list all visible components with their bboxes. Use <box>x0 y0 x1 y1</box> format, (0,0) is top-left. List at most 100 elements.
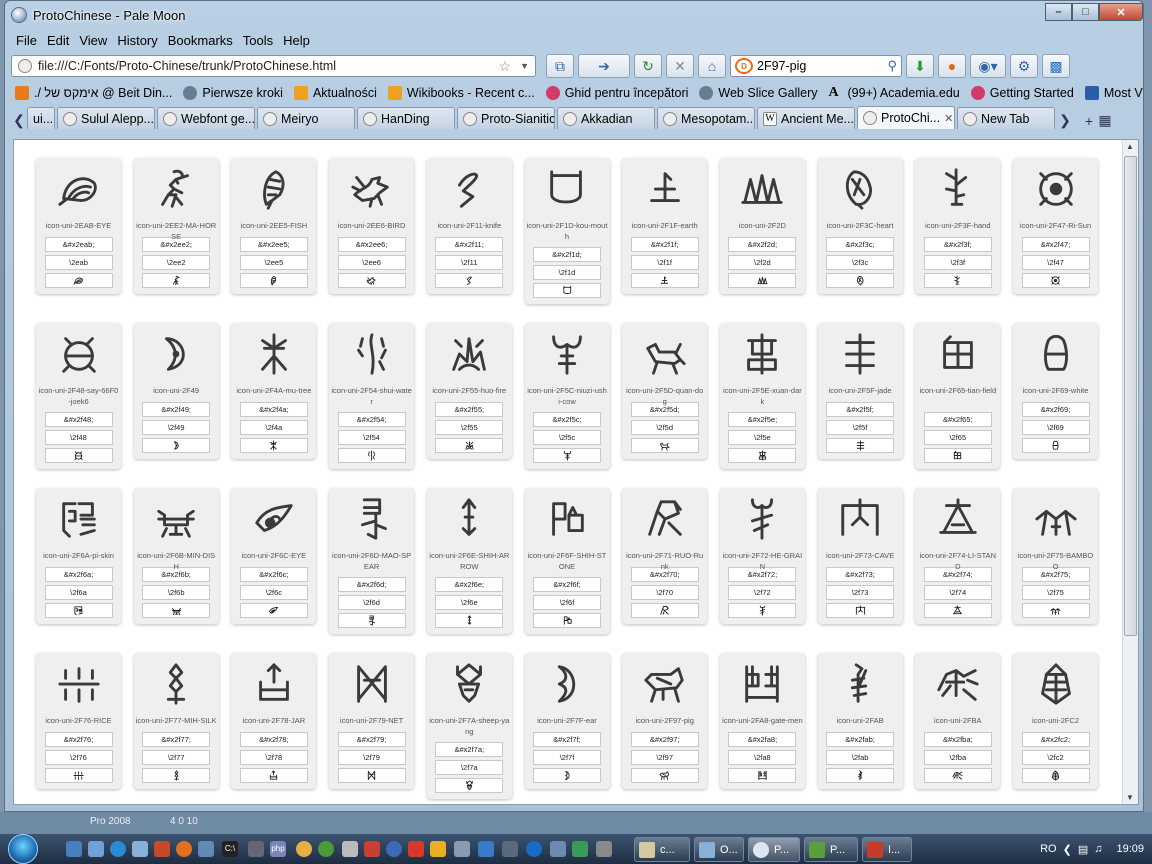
tab[interactable]: Mesopotam... <box>657 107 755 129</box>
glyph-preview-field[interactable] <box>826 438 895 453</box>
bookmark-item[interactable]: Most Visited <box>1084 86 1143 100</box>
entity-field[interactable]: &#x2f78; <box>239 732 308 747</box>
glyph-preview-field[interactable] <box>435 273 504 288</box>
entity-field[interactable]: &#x2fba; <box>923 732 992 747</box>
glyph-preview-field[interactable] <box>44 603 113 618</box>
css-code-field[interactable]: \2f74 <box>923 585 992 600</box>
entity-field[interactable]: &#x2fc2; <box>1021 732 1090 747</box>
taskbar-task[interactable]: c... <box>634 837 690 862</box>
menu-tools[interactable]: Tools <box>238 33 278 48</box>
css-code-field[interactable]: \2f65 <box>923 430 992 445</box>
tab-list-icon[interactable]: ▦ <box>1097 112 1113 129</box>
css-code-field[interactable]: \2f49 <box>142 420 211 435</box>
entity-field[interactable]: &#x2f1f; <box>630 237 699 252</box>
search-engine-icon[interactable]: D <box>735 58 753 74</box>
app-icon[interactable] <box>550 841 566 857</box>
css-code-field[interactable]: \2f7a <box>435 760 504 775</box>
tab-scroll-right-icon[interactable]: ❯ <box>1057 112 1073 129</box>
bookmark-item[interactable]: Pierwsze kroki <box>183 86 283 100</box>
css-code-field[interactable]: \2f1d <box>533 265 601 280</box>
tab[interactable]: Webfont ge... <box>157 107 255 129</box>
tab[interactable]: Meiryo <box>257 107 355 129</box>
entity-field[interactable]: &#x2f47; <box>1021 237 1090 252</box>
taskbar-task[interactable]: I... <box>862 837 912 862</box>
settings-icon[interactable]: ⚙ <box>1010 54 1038 78</box>
glyph-preview-field[interactable] <box>728 448 797 463</box>
css-code-field[interactable]: \2f6d <box>337 595 406 610</box>
network-icon[interactable]: ▤ <box>1078 843 1088 856</box>
database-icon[interactable]: ▩ <box>1042 54 1070 78</box>
entity-field[interactable]: &#x2f6a; <box>44 567 113 582</box>
app-icon[interactable] <box>430 841 446 857</box>
css-code-field[interactable]: \2f1f <box>630 255 699 270</box>
glyph-preview-field[interactable] <box>923 768 992 783</box>
page-content[interactable]: icon-uni-2EAB-EYE &#x2eab; \2eab icon-uni-2… <box>13 139 1139 805</box>
entity-field[interactable]: &#x2ee6; <box>337 237 406 252</box>
glyph-preview-field[interactable] <box>728 273 797 288</box>
css-code-field[interactable]: \2f6f <box>533 595 601 610</box>
addon-globe-icon[interactable]: ◉▾ <box>970 54 1006 78</box>
css-code-field[interactable]: \2f79 <box>337 750 406 765</box>
entity-field[interactable]: &#x2f5f; <box>826 402 895 417</box>
glyph-preview-field[interactable] <box>826 603 895 618</box>
entity-field[interactable]: &#x2f5c; <box>533 412 601 427</box>
glyph-preview-field[interactable] <box>630 438 699 453</box>
glyph-preview-field[interactable] <box>435 613 504 628</box>
glyph-preview-field[interactable] <box>142 768 211 783</box>
entity-field[interactable]: &#x2f5e; <box>728 412 797 427</box>
css-code-field[interactable]: \2fba <box>923 750 992 765</box>
tab[interactable]: HanDing <box>357 107 455 129</box>
glyph-preview-field[interactable] <box>533 448 601 463</box>
css-code-field[interactable]: \2eab <box>44 255 113 270</box>
reload-icon[interactable]: ↻ <box>634 54 662 78</box>
maximize-button[interactable]: □ <box>1072 3 1099 21</box>
app-icon[interactable] <box>386 841 402 857</box>
css-code-field[interactable]: \2f3c <box>826 255 895 270</box>
menu-view[interactable]: View <box>74 33 112 48</box>
app-icon[interactable] <box>198 841 214 857</box>
glyph-preview-field[interactable] <box>630 273 699 288</box>
css-code-field[interactable]: \2ee6 <box>337 255 406 270</box>
css-code-field[interactable]: \2f55 <box>435 420 504 435</box>
volume-icon[interactable]: ♫ <box>1094 843 1102 855</box>
chrome-icon[interactable] <box>318 841 334 857</box>
menu-history[interactable]: History <box>112 33 162 48</box>
menu-bookmarks[interactable]: Bookmarks <box>163 33 238 48</box>
css-code-field[interactable]: \2f75 <box>1021 585 1090 600</box>
menu-file[interactable]: File <box>11 33 42 48</box>
start-button[interactable] <box>8 834 46 864</box>
entity-field[interactable]: &#x2f3c; <box>826 237 895 252</box>
glyph-preview-field[interactable] <box>533 768 601 783</box>
css-code-field[interactable]: \2fc2 <box>1021 750 1090 765</box>
bookmark-star-icon[interactable]: ☆ <box>498 58 511 75</box>
php-icon[interactable]: php <box>270 841 286 857</box>
entity-field[interactable]: &#x2f76; <box>44 732 113 747</box>
entity-field[interactable]: &#x2ee5; <box>239 237 308 252</box>
search-bar[interactable]: D 2F97-pig ⚲ <box>730 55 902 77</box>
glyph-preview-field[interactable] <box>44 768 113 783</box>
save-icon[interactable] <box>132 841 148 857</box>
tray-chevron-icon[interactable]: ❮ <box>1063 843 1072 856</box>
glyph-preview-field[interactable] <box>337 448 406 463</box>
css-code-field[interactable]: \2fa8 <box>728 750 797 765</box>
css-code-field[interactable]: \2f54 <box>337 430 406 445</box>
css-code-field[interactable]: \2f6e <box>435 595 504 610</box>
bookmark-item[interactable]: Getting Started <box>970 86 1074 100</box>
css-code-field[interactable]: \2f78 <box>239 750 308 765</box>
entity-field[interactable]: &#x2f4a; <box>239 402 308 417</box>
glyph-preview-field[interactable] <box>923 273 992 288</box>
entity-field[interactable]: &#x2f6e; <box>435 577 504 592</box>
glyph-preview-field[interactable] <box>630 768 699 783</box>
app-icon[interactable] <box>248 841 264 857</box>
taskbar-task-active[interactable]: P... <box>748 837 800 862</box>
back-forward-button[interactable]: ➔ <box>578 54 630 78</box>
css-code-field[interactable]: \2f6b <box>142 585 211 600</box>
tab[interactable]: Akkadian <box>557 107 655 129</box>
glyph-preview-field[interactable] <box>239 768 308 783</box>
entity-field[interactable]: &#x2f48; <box>44 412 113 427</box>
glyph-preview-field[interactable] <box>1021 603 1090 618</box>
glyph-preview-field[interactable] <box>923 603 992 618</box>
css-code-field[interactable]: \2f5c <box>533 430 601 445</box>
css-code-field[interactable]: \2f7f <box>533 750 601 765</box>
glyph-preview-field[interactable] <box>142 603 211 618</box>
